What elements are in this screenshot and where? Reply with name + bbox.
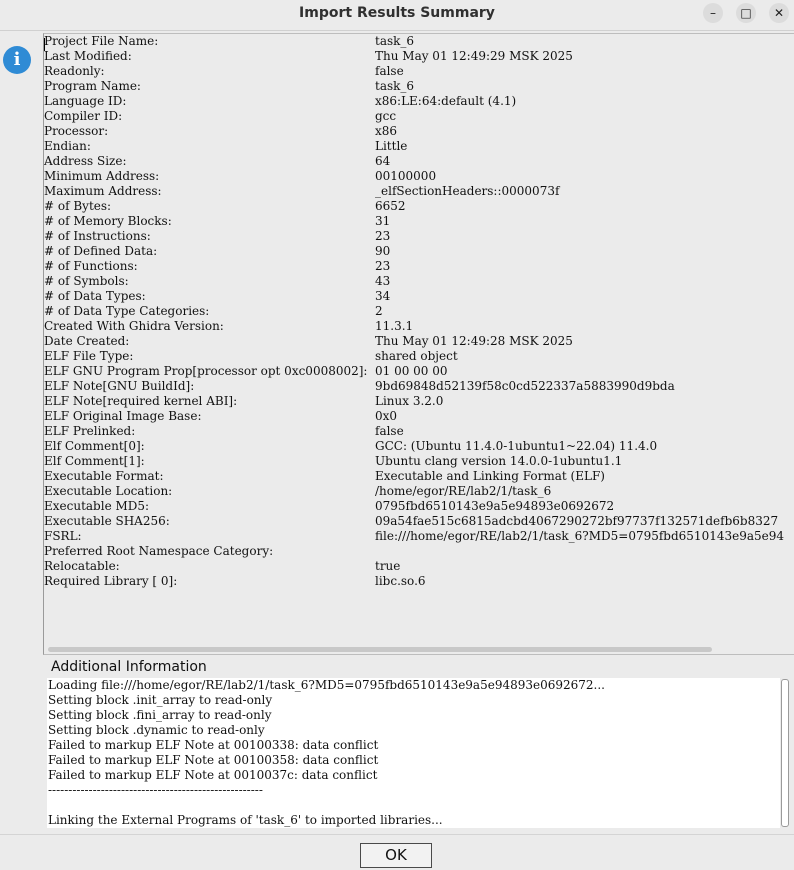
log-line: Setting block .fini_array to read-only [48, 708, 272, 722]
title-bar: Import Results Summary – □ ✕ [0, 0, 794, 31]
property-key: Elf Comment[0]: [44, 439, 145, 453]
property-key: ELF Note[GNU BuildId]: [44, 379, 195, 393]
property-value: 43 [375, 274, 391, 288]
property-key: Date Created: [44, 334, 130, 348]
log-line: Failed to markup ELF Note at 00100338: d… [48, 738, 379, 752]
property-key: # of Data Type Categories: [44, 304, 210, 318]
property-value: 9bd69848d52139f58c0cd522337a5883990d9bda [375, 379, 675, 393]
window-title: Import Results Summary [299, 5, 495, 21]
property-value: 23 [375, 259, 391, 273]
log-line: Setting block .dynamic to read-only [48, 723, 265, 737]
property-key: Endian: [44, 139, 91, 153]
property-value: 2 [375, 304, 383, 318]
property-value: 00100000 [375, 169, 437, 183]
property-value: true [375, 559, 401, 573]
property-key: Created With Ghidra Version: [44, 319, 224, 333]
horizontal-scrollbar[interactable] [48, 647, 712, 652]
property-value: file:///home/egor/RE/lab2/1/task_6?MD5=0… [375, 529, 785, 543]
property-key: # of Data Types: [44, 289, 146, 303]
property-value: gcc [375, 109, 397, 123]
property-key: Last Modified: [44, 49, 132, 63]
vertical-scrollbar[interactable] [781, 679, 789, 827]
property-key: Readonly: [44, 64, 105, 78]
property-key: # of Memory Blocks: [44, 214, 172, 228]
property-value: x86 [375, 124, 398, 138]
log-line: Linking the External Programs of 'task_6… [48, 813, 443, 827]
property-key: Address Size: [44, 154, 127, 168]
property-key: Relocatable: [44, 559, 120, 573]
property-value: shared object [375, 349, 458, 363]
property-value: false [375, 424, 404, 438]
property-value: Ubuntu clang version 14.0.0-1ubuntu1.1 [375, 454, 623, 468]
property-key: # of Bytes: [44, 199, 112, 213]
log-line: Failed to markup ELF Note at 00100358: d… [48, 753, 379, 767]
property-key: ELF Prelinked: [44, 424, 136, 438]
property-value: task_6 [375, 79, 415, 93]
property-value: false [375, 64, 404, 78]
additional-information-label: Additional Information [51, 659, 207, 675]
property-value: 09a54fae515c6815adcbd4067290272bf97737f1… [375, 514, 779, 528]
property-key: Maximum Address: [44, 184, 162, 198]
property-key: Elf Comment[1]: [44, 454, 145, 468]
property-key: # of Symbols: [44, 274, 129, 288]
property-value: _elfSectionHeaders::0000073f [375, 184, 560, 198]
property-key: Program Name: [44, 79, 141, 93]
additional-information-log[interactable]: Loading file:///home/egor/RE/lab2/1/task… [47, 678, 780, 828]
property-value: x86:LE:64:default (4.1) [375, 94, 517, 108]
property-key: Executable MD5: [44, 499, 150, 513]
property-value: 34 [375, 289, 391, 303]
property-value: Little [375, 139, 408, 153]
property-key: # of Instructions: [44, 229, 151, 243]
property-value: 01 00 00 00 [375, 364, 448, 378]
property-value: 90 [375, 244, 391, 258]
log-line: Failed to markup ELF Note at 0010037c: d… [48, 768, 378, 782]
property-key: ELF GNU Program Prop[processor opt 0xc00… [44, 364, 368, 378]
property-value: 31 [375, 214, 391, 228]
property-key: ELF Original Image Base: [44, 409, 202, 423]
property-value: task_6 [375, 34, 415, 48]
ok-button[interactable]: OK [360, 843, 432, 868]
property-value: Linux 3.2.0 [375, 394, 444, 408]
property-key: Executable SHA256: [44, 514, 170, 528]
property-key: Project File Name: [44, 34, 159, 48]
property-key: ELF Note[required kernel ABI]: [44, 394, 238, 408]
close-icon[interactable]: ✕ [769, 3, 789, 23]
property-key: Executable Format: [44, 469, 164, 483]
property-key: ELF File Type: [44, 349, 134, 363]
property-value: Thu May 01 12:49:28 MSK 2025 [375, 334, 573, 348]
property-value: 0795fbd6510143e9a5e94893e0692672 [375, 499, 615, 513]
property-key: Language ID: [44, 94, 127, 108]
property-value: GCC: (Ubuntu 11.4.0-1ubuntu1~22.04) 11.4… [375, 439, 658, 453]
property-value: 23 [375, 229, 391, 243]
property-key: Processor: [44, 124, 109, 138]
property-key: Compiler ID: [44, 109, 123, 123]
property-value: 11.3.1 [375, 319, 414, 333]
property-value: libc.so.6 [375, 574, 426, 588]
property-key: Minimum Address: [44, 169, 160, 183]
property-key: Executable Location: [44, 484, 173, 498]
property-key: Required Library [ 0]: [44, 574, 178, 588]
property-value: /home/egor/RE/lab2/1/task_6 [375, 484, 552, 498]
property-key: FSRL: [44, 529, 82, 543]
property-value: Executable and Linking Format (ELF) [375, 469, 605, 483]
footer-divider [0, 834, 794, 835]
property-value: 0x0 [375, 409, 398, 423]
maximize-icon[interactable]: □ [736, 3, 756, 23]
property-value: 6652 [375, 199, 406, 213]
log-line: Setting block .init_array to read-only [48, 693, 273, 707]
minimize-icon[interactable]: – [703, 3, 723, 23]
property-key: # of Defined Data: [44, 244, 158, 258]
log-line: Loading file:///home/egor/RE/lab2/1/task… [48, 678, 605, 692]
property-value: Thu May 01 12:49:29 MSK 2025 [375, 49, 573, 63]
property-key: # of Functions: [44, 259, 138, 273]
property-key: Preferred Root Namespace Category: [44, 544, 274, 558]
log-line: ----------------------------------------… [48, 783, 263, 797]
info-icon: i [3, 46, 31, 74]
property-value: 64 [375, 154, 391, 168]
import-properties-panel[interactable]: Project File Name: task_6 Last Modified: Th… [43, 33, 794, 655]
